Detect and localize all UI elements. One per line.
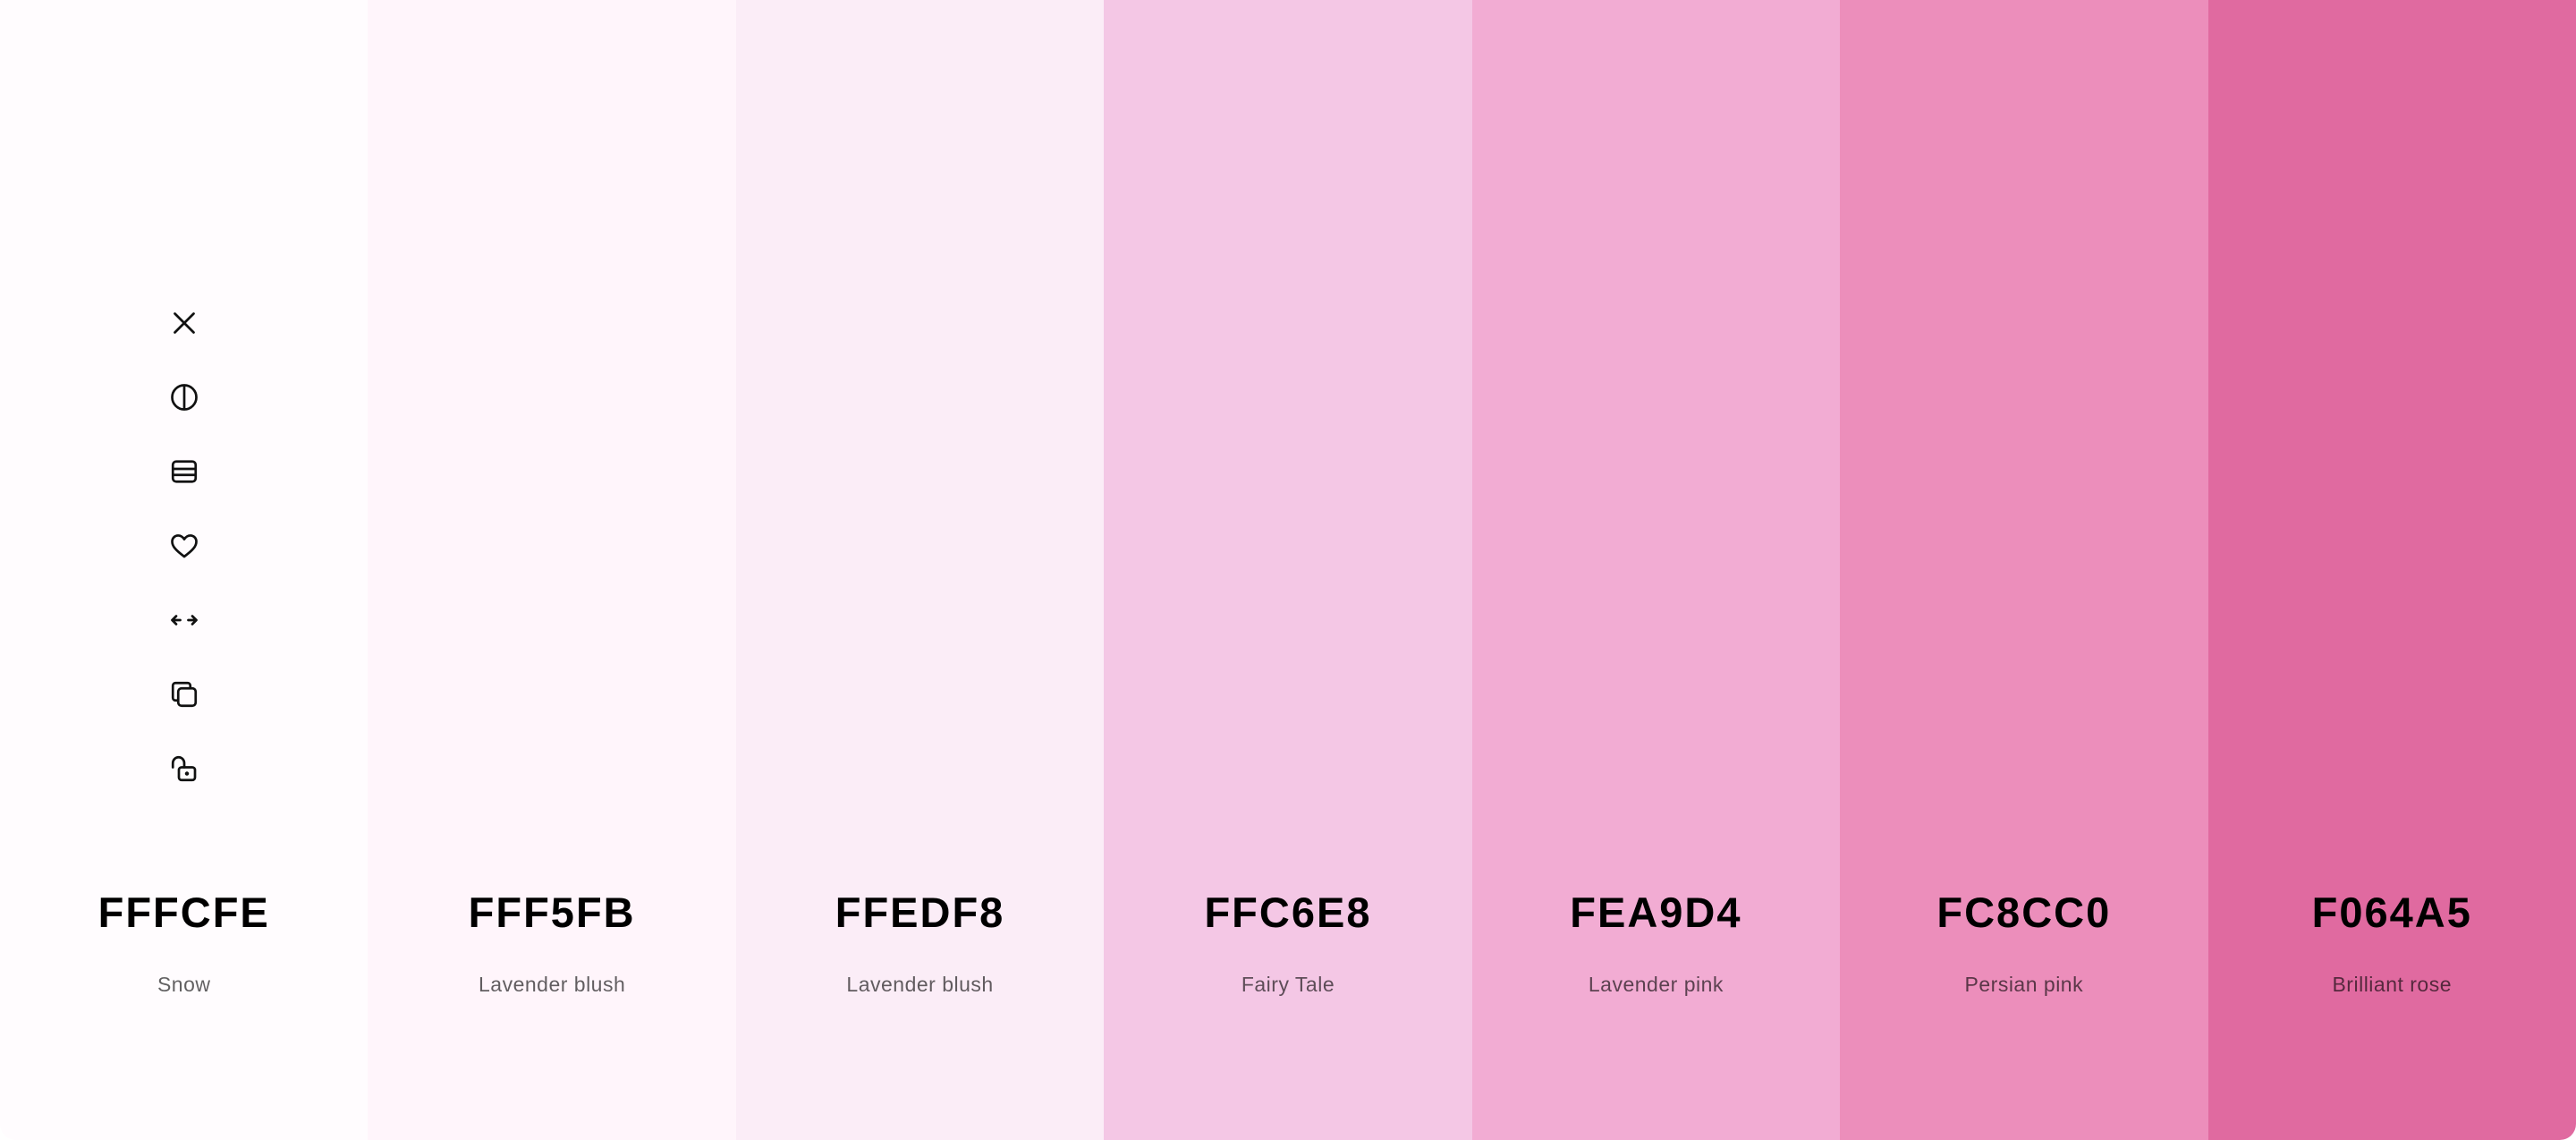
drag-icon[interactable] (159, 595, 209, 645)
swatch-name[interactable]: Lavender pink (1472, 972, 1840, 997)
swatch-hex[interactable]: FFFCFE (0, 886, 368, 940)
swatch-6[interactable]: FC8CC0 Persian pink (1840, 0, 2208, 1140)
swatch-name[interactable]: Lavender blush (368, 972, 735, 997)
swatch-name[interactable]: Persian pink (1840, 972, 2207, 997)
swatch-hex[interactable]: FFC6E8 (1104, 886, 1471, 940)
swatch-7[interactable]: F064A5 Brilliant rose (2207, 0, 2576, 1140)
swatch-hex[interactable]: FFF5FB (368, 886, 735, 940)
swatch-3[interactable]: FFEDF8 Lavender blush (735, 0, 1105, 1140)
swatch-1[interactable]: FFFCFE Snow (0, 0, 369, 1140)
swatch-toolbar (0, 298, 368, 818)
swatch-name[interactable]: Snow (0, 972, 368, 997)
heart-icon[interactable] (159, 521, 209, 571)
swatch-5[interactable]: FEA9D4 Lavender pink (1471, 0, 1841, 1140)
shades-icon[interactable] (159, 447, 209, 497)
swatch-4[interactable]: FFC6E8 Fairy Tale (1104, 0, 1472, 1140)
unlock-icon[interactable] (159, 744, 209, 794)
swatch-name[interactable]: Fairy Tale (1104, 972, 1471, 997)
close-icon[interactable] (159, 298, 209, 348)
swatch-hex[interactable]: FC8CC0 (1840, 886, 2207, 940)
swatch-hex[interactable]: F064A5 (2208, 886, 2576, 940)
swatch-name[interactable]: Lavender blush (736, 972, 1104, 997)
swatch-hex[interactable]: FEA9D4 (1472, 886, 1840, 940)
swatch-name[interactable]: Brilliant rose (2208, 972, 2576, 997)
swatch-hex[interactable]: FFEDF8 (736, 886, 1104, 940)
copy-icon[interactable] (159, 669, 209, 719)
palette: FFFCFE Snow FFF5FB Lavender blush FFEDF8… (0, 0, 2576, 1140)
swatch-2[interactable]: FFF5FB Lavender blush (368, 0, 736, 1140)
contrast-icon[interactable] (159, 372, 209, 422)
